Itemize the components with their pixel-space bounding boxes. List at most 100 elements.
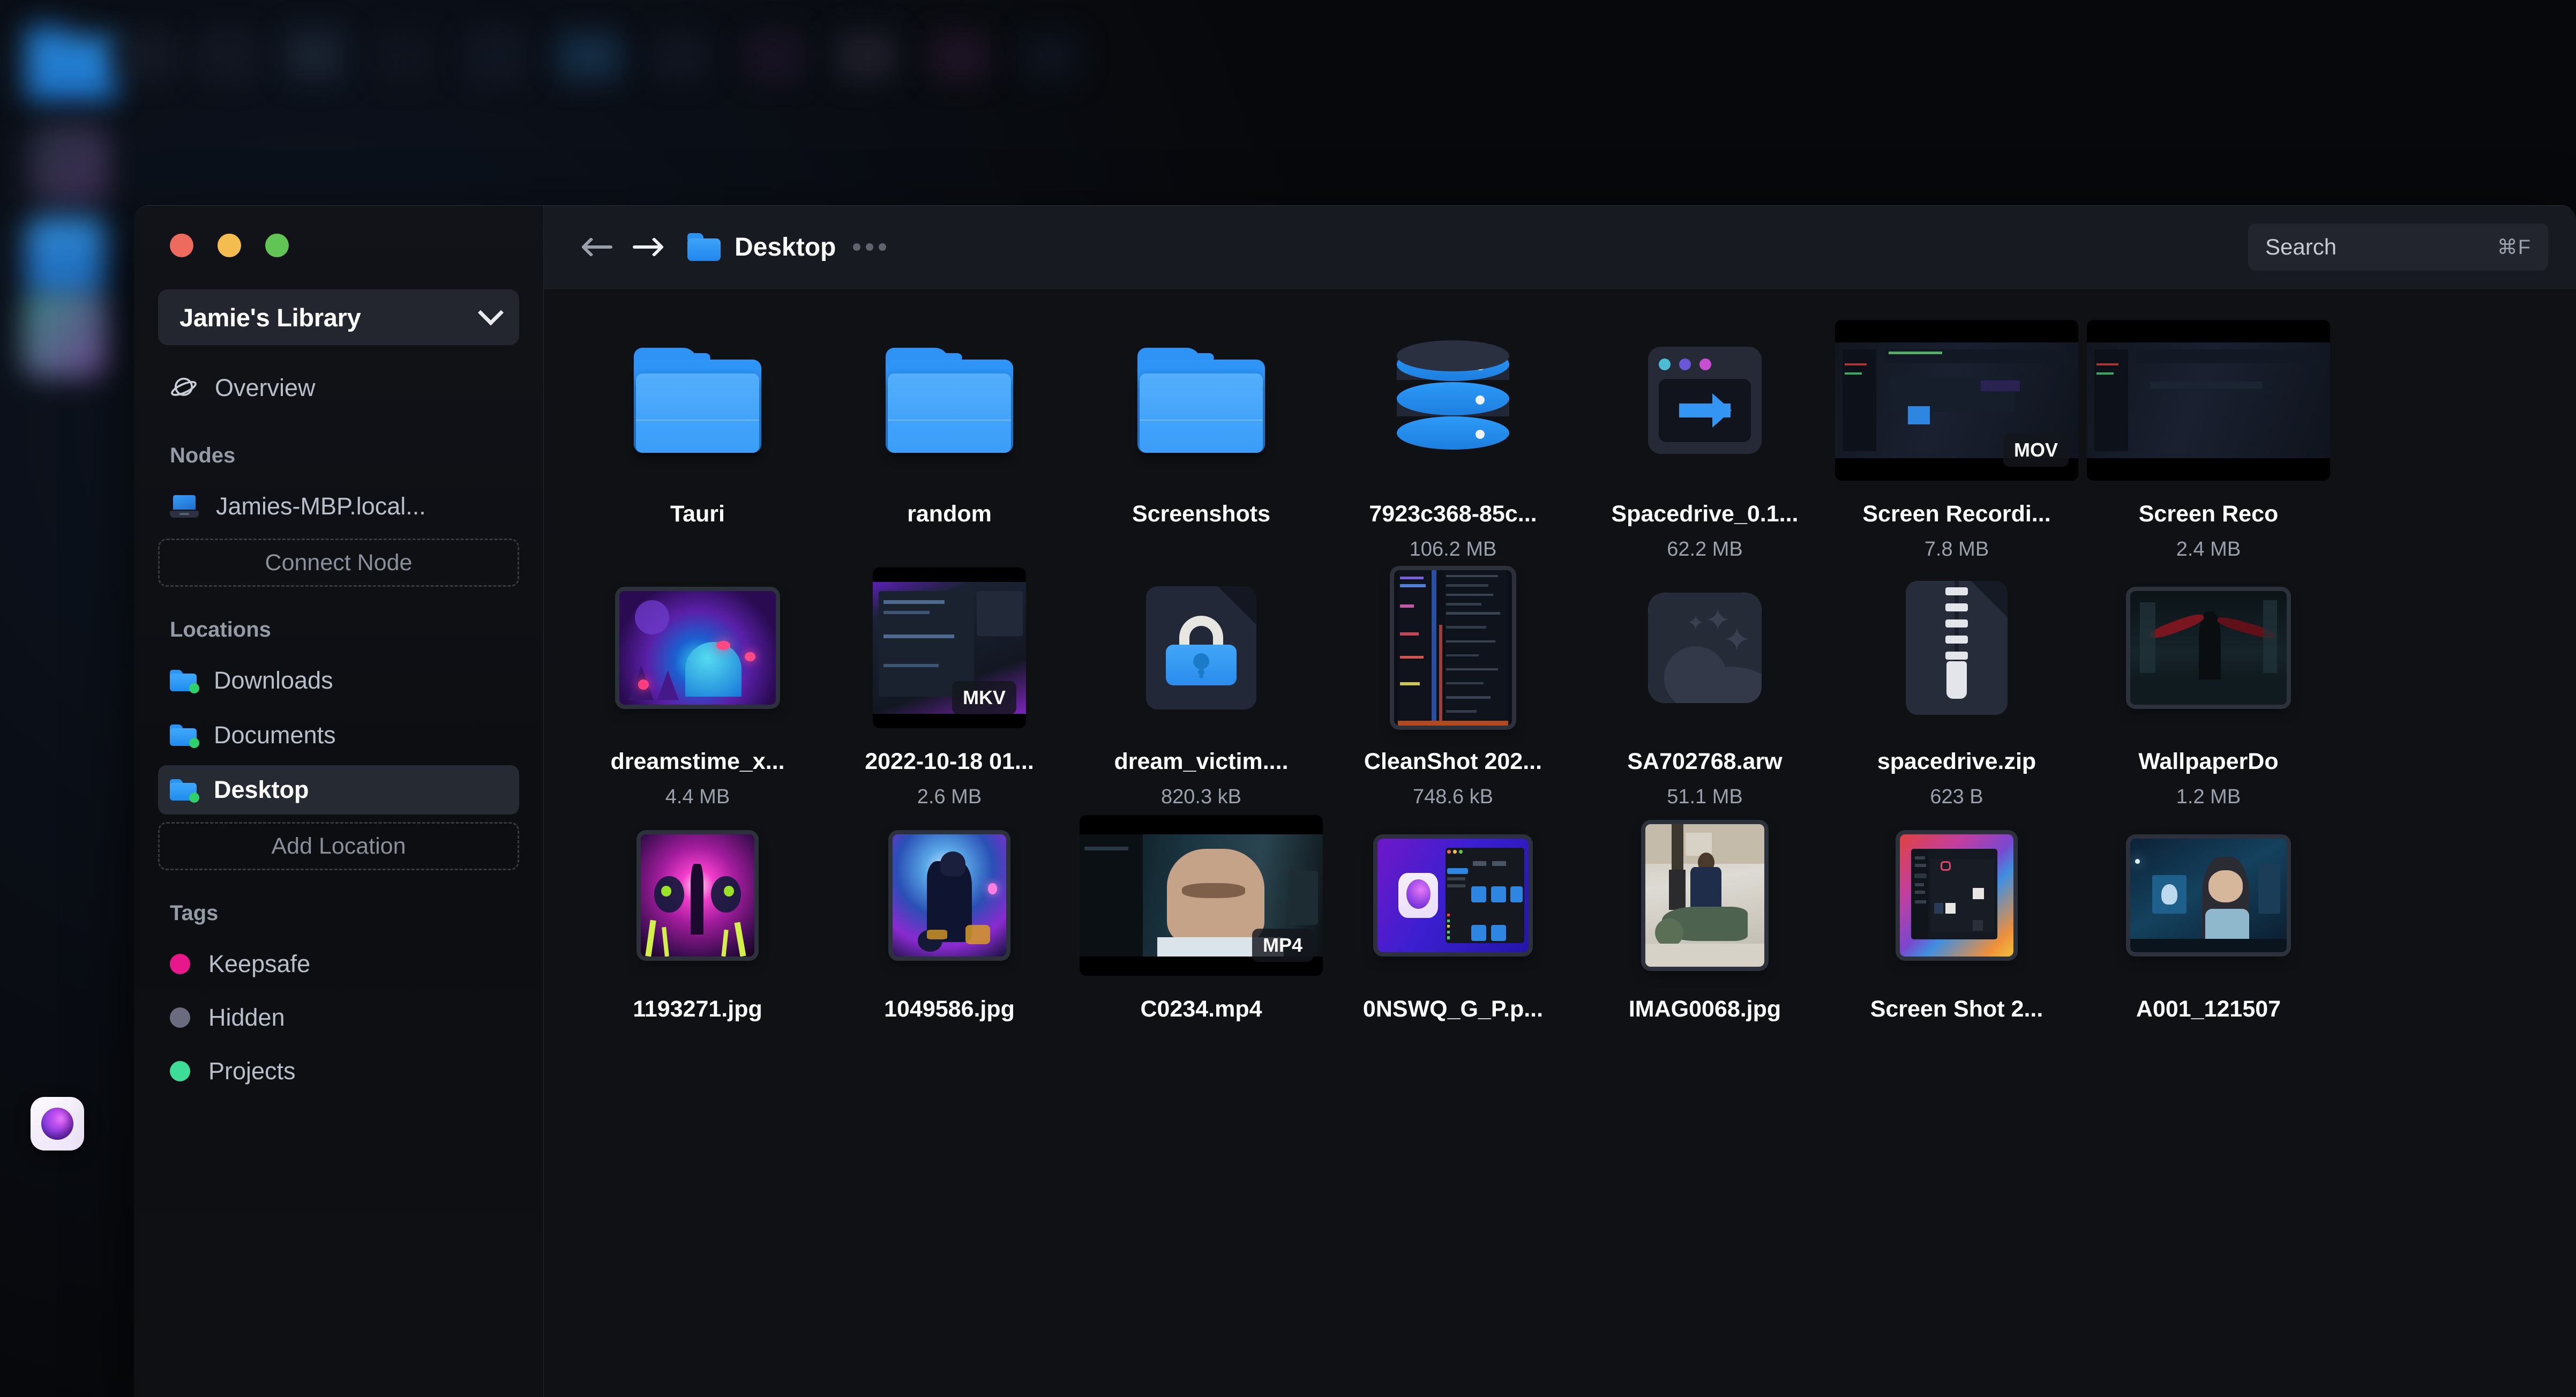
maximize-button[interactable] (265, 234, 289, 257)
file-item-image[interactable]: Screen Shot 2... (1831, 809, 2083, 1033)
tag-color-dot (170, 954, 190, 974)
toolbar: Desktop Search ⌘F (544, 206, 2576, 289)
minimize-button[interactable] (218, 234, 241, 257)
planet-icon (170, 374, 198, 402)
file-size: 106.2 MB (1409, 538, 1497, 561)
spacedrive-window: Jamie's Library Overview Nodes Jamies-MB… (134, 205, 2576, 1397)
file-name: 0NSWQ_G_P.p... (1362, 996, 1544, 1022)
file-item-video[interactable]: Screen Reco 2.4 MB (2083, 313, 2334, 561)
sidebar-item-downloads[interactable]: Downloads (158, 656, 519, 705)
tag-label: Hidden (208, 1004, 285, 1031)
file-item-folder[interactable]: random (823, 313, 1075, 561)
image-thumbnail (2130, 591, 2287, 705)
file-item-video[interactable]: MOV Screen Recordi... 7.8 MB (1831, 313, 2083, 561)
file-name: Screen Recordi... (1862, 501, 2051, 527)
file-name: IMAG0068.jpg (1628, 996, 1781, 1022)
folder-icon (170, 670, 199, 693)
database-icon (1397, 340, 1509, 454)
file-name: WallpaperDo (2138, 749, 2279, 774)
sidebar-item-label: Overview (215, 374, 316, 401)
folder-icon (687, 233, 721, 261)
file-item-folder[interactable]: Tauri (572, 313, 823, 561)
file-name: A001_121507 (2136, 996, 2281, 1022)
image-thumbnail (641, 834, 754, 957)
file-thumbnail (1583, 815, 1826, 976)
file-name: Screenshots (1132, 501, 1271, 527)
sidebar-tag-keepsafe[interactable]: Keepsafe (158, 939, 519, 989)
file-thumbnail (576, 815, 819, 976)
zip-icon (1906, 581, 2008, 715)
section-title-nodes: Nodes (170, 444, 236, 467)
file-name: Spacedrive_0.1... (1611, 501, 1799, 527)
sidebar-item-node[interactable]: Jamies-MBP.local... (158, 482, 519, 531)
forward-button[interactable] (630, 230, 664, 264)
file-item-folder[interactable]: Screenshots (1075, 313, 1327, 561)
section-title-tags: Tags (170, 901, 219, 925)
file-name: CleanShot 202... (1364, 749, 1542, 774)
file-name: random (907, 501, 992, 527)
file-thumbnail (2087, 815, 2330, 976)
file-thumbnail (1080, 320, 1323, 481)
desktop-icon-row-blurred (1021, 33, 1080, 80)
library-name: Jamie's Library (179, 303, 361, 332)
file-item-encrypted[interactable]: dream_victim.... 820.3 kB (1075, 561, 1327, 809)
video-thumbnail: MP4 (1080, 815, 1323, 976)
page-title: Desktop (735, 233, 836, 262)
more-options-button[interactable] (853, 243, 887, 251)
image-thumbnail (2130, 839, 2287, 952)
close-button[interactable] (170, 234, 193, 257)
file-item-image[interactable]: A001_121507 (2083, 809, 2334, 1033)
file-item-image[interactable]: 0NSWQ_G_P.p... (1327, 809, 1579, 1033)
file-format-badge: MKV (952, 681, 1016, 714)
desktop-app-icon-blurred (29, 123, 110, 204)
spacedrive-orb (41, 1108, 73, 1140)
file-item-image[interactable]: IMAG0068.jpg (1579, 809, 1831, 1033)
chevron-down-icon (477, 300, 504, 326)
file-item-image[interactable]: CleanShot 202... 748.6 kB (1327, 561, 1579, 809)
file-item-raw-image[interactable]: ✦ ✦ ✦ SA702768.arw 51.1 MB (1579, 561, 1831, 809)
file-name: spacedrive.zip (1877, 749, 2036, 774)
sidebar-tag-projects[interactable]: Projects (158, 1047, 519, 1096)
file-item-video[interactable]: MKV 2022-10-18 01... 2.6 MB (823, 561, 1075, 809)
file-name: Screen Reco (2138, 501, 2279, 527)
file-thumbnail (2087, 567, 2330, 728)
app-installer-icon (1648, 347, 1762, 454)
file-item-image[interactable]: 1049586.jpg (823, 809, 1075, 1033)
traffic-lights (158, 206, 519, 257)
sidebar-item-label: Downloads (214, 667, 333, 694)
sidebar: Jamie's Library Overview Nodes Jamies-MB… (134, 206, 544, 1397)
file-thumbnail (828, 320, 1071, 481)
file-size: 748.6 kB (1413, 786, 1493, 808)
spacedrive-app-icon[interactable] (31, 1097, 84, 1151)
file-item-image[interactable]: 1193271.jpg (572, 809, 823, 1033)
image-thumbnail (1394, 570, 1512, 726)
file-size: 2.4 MB (2176, 538, 2241, 561)
back-button[interactable] (581, 230, 616, 264)
add-location-button[interactable]: Add Location (158, 822, 519, 870)
file-item-dmg[interactable]: Spacedrive_0.1... 62.2 MB (1579, 313, 1831, 561)
file-item-image[interactable]: dreamstime_x... 4.4 MB (572, 561, 823, 809)
file-item-archive[interactable]: spacedrive.zip 623 B (1831, 561, 2083, 809)
breadcrumb[interactable]: Desktop (687, 233, 836, 262)
library-switcher[interactable]: Jamie's Library (158, 289, 519, 345)
search-input[interactable]: Search ⌘F (2248, 223, 2548, 271)
file-name: 1193271.jpg (633, 996, 762, 1022)
connect-node-button[interactable]: Connect Node (158, 539, 519, 587)
sidebar-item-documents[interactable]: Documents (158, 711, 519, 760)
file-thumbnail (1080, 567, 1323, 728)
file-size: 1.2 MB (2176, 786, 2241, 808)
file-thumbnail (576, 567, 819, 728)
folder-icon (170, 779, 199, 803)
file-item-database[interactable]: 7923c368-85c... 106.2 MB (1327, 313, 1579, 561)
file-thumbnail (1583, 320, 1826, 481)
sidebar-item-overview[interactable]: Overview (158, 363, 519, 413)
sidebar-item-desktop[interactable]: Desktop (158, 765, 519, 815)
file-name: dreamstime_x... (610, 749, 785, 774)
image-thumbnail (893, 834, 1006, 957)
file-thumbnail: MKV (828, 567, 1071, 728)
sidebar-tag-hidden[interactable]: Hidden (158, 993, 519, 1042)
desktop-icon-row-blurred (466, 31, 525, 82)
file-item-video[interactable]: MP4 C0234.mp4 (1075, 809, 1327, 1033)
file-item-image[interactable]: WallpaperDo 1.2 MB (2083, 561, 2334, 809)
file-size: 7.8 MB (1924, 538, 1989, 561)
